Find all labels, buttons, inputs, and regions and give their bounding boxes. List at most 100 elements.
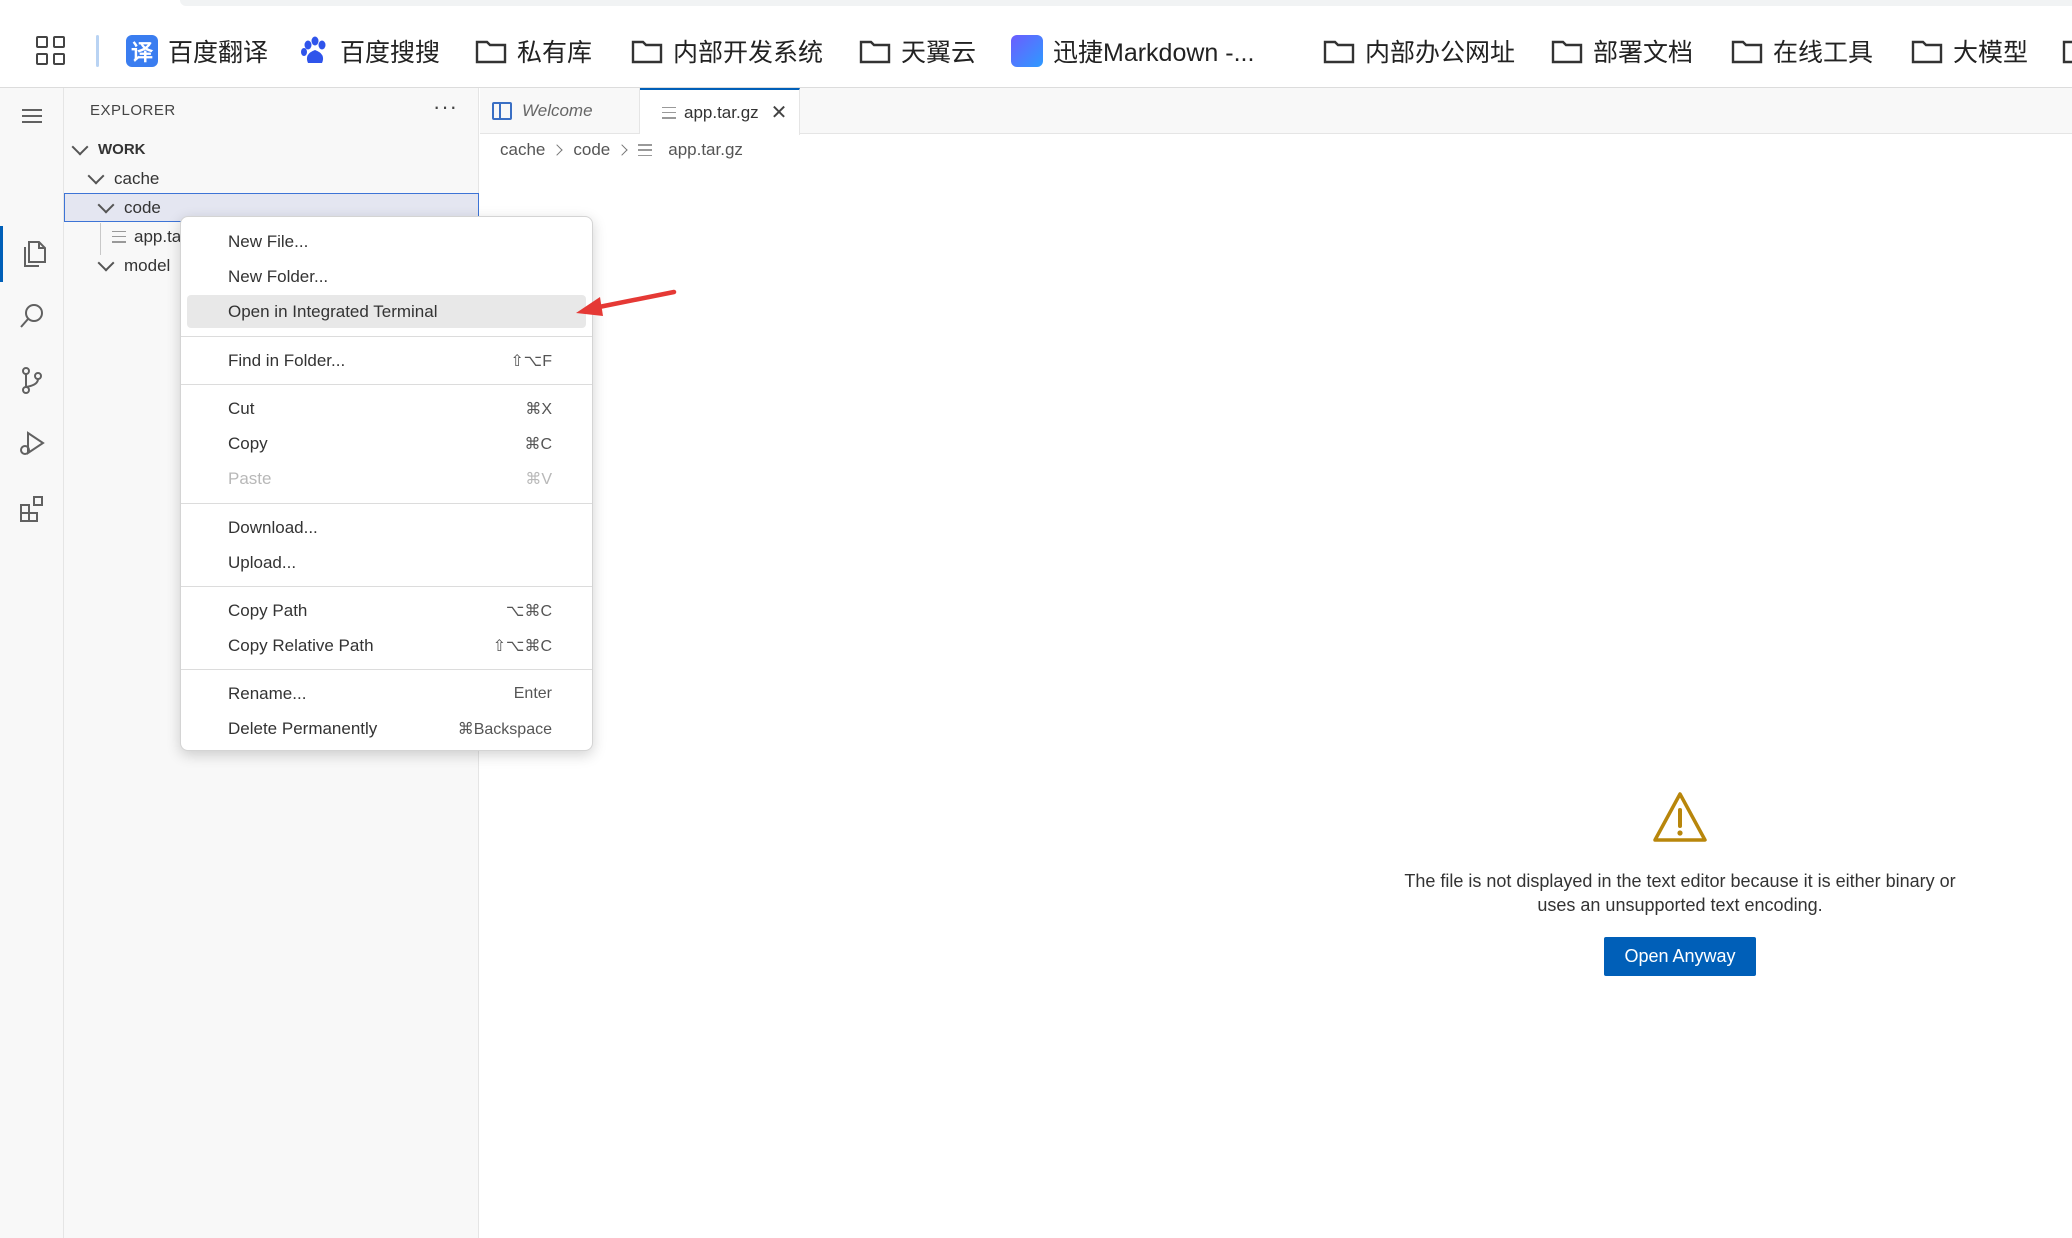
chevron-down-icon — [87, 167, 105, 184]
bookmark-folder-tianyiyun[interactable]: 天翼云 — [859, 30, 976, 72]
menu-item-new-folder[interactable]: New Folder... — [187, 260, 586, 293]
menu-item-shortcut: ⌥⌘C — [506, 602, 552, 620]
close-icon[interactable]: ✕ — [771, 100, 788, 125]
bookmark-label: 迅捷Markdown -... — [1053, 39, 1255, 67]
chevron-down-icon — [71, 138, 89, 155]
menu-item-label: Copy — [228, 433, 268, 453]
menu-item-label: Upload... — [228, 552, 297, 572]
bookmark-label: 内部办公网址 — [1365, 39, 1516, 67]
tab-app-tar-gz[interactable]: app.tar.gz ✕ — [640, 88, 800, 135]
warning-icon — [1653, 792, 1707, 842]
notice-text-line1: The file is not displayed in the text ed… — [1404, 871, 1956, 891]
bookmarks-bar: 译 百度翻译 百度搜搜 私有库 内部开发系统 天翼云 迅捷Markdown -.… — [0, 0, 2072, 88]
sidebar-title: EXPLORER — [90, 102, 176, 119]
menu-item-open-in-terminal[interactable]: Open in Integrated Terminal — [187, 295, 586, 328]
annotation-arrow-icon — [576, 289, 677, 316]
folder-icon — [2062, 40, 2072, 64]
chevron-down-icon — [97, 196, 115, 213]
tree-indent-guide — [100, 223, 101, 255]
folder-icon — [1551, 40, 1583, 64]
menu-item-delete-permanently[interactable]: Delete Permanently ⌘Backspace — [187, 712, 586, 745]
fanyi-icon: 译 — [126, 35, 158, 67]
binary-file-notice: The file is not displayed in the text ed… — [1360, 790, 2000, 976]
bookmarks-divider — [96, 35, 99, 67]
menu-item-copy[interactable]: Copy ⌘C — [187, 427, 586, 460]
notice-text-line2: uses an unsupported text encoding. — [1537, 895, 1823, 915]
menu-item-label: Find in Folder... — [228, 350, 346, 370]
menu-separator — [181, 503, 592, 504]
breadcrumb-item[interactable]: app.tar.gz — [668, 140, 743, 160]
open-anyway-button[interactable]: Open Anyway — [1604, 937, 1756, 976]
menu-item-shortcut: ⇧⌥⌘C — [492, 637, 552, 655]
bookmark-overflow[interactable] — [2062, 30, 2072, 72]
menu-separator — [181, 336, 592, 337]
menu-item-shortcut: Enter — [513, 684, 552, 702]
menu-item-label: Download... — [228, 517, 318, 537]
xunjie-icon — [1011, 35, 1043, 67]
menu-item-upload[interactable]: Upload... — [187, 546, 586, 579]
menu-item-label: Copy Path — [228, 600, 308, 620]
tree-folder-work[interactable]: WORK — [64, 135, 479, 164]
menu-item-label: Cut — [228, 398, 255, 418]
source-control-icon[interactable] — [0, 352, 64, 408]
menu-item-label: Copy Relative Path — [228, 635, 374, 655]
menu-icon[interactable] — [0, 88, 64, 144]
bookmark-label: 在线工具 — [1773, 39, 1874, 67]
menu-item-new-file[interactable]: New File... — [187, 225, 586, 258]
folder-icon — [631, 40, 663, 64]
menu-item-download[interactable]: Download... — [187, 511, 586, 544]
menu-separator — [181, 669, 592, 670]
bookmark-label: 百度搜搜 — [340, 39, 441, 67]
tree-label: WORK — [98, 141, 146, 158]
menu-item-copy-relative-path[interactable]: Copy Relative Path ⇧⌥⌘C — [187, 629, 586, 662]
breadcrumb: cache code app.tar.gz — [500, 138, 743, 162]
bookmark-baidu-fanyi[interactable]: 译 百度翻译 — [126, 30, 268, 72]
folder-icon — [1731, 40, 1763, 64]
menu-item-label: New Folder... — [228, 266, 329, 286]
folder-icon — [1323, 40, 1355, 64]
menu-item-rename[interactable]: Rename... Enter — [187, 677, 586, 710]
menu-item-shortcut: ⌘Backspace — [457, 720, 552, 738]
browser-top-strip — [180, 0, 2072, 6]
tree-folder-cache[interactable]: cache — [64, 164, 479, 193]
bookmark-xunjie-markdown[interactable]: 迅捷Markdown -... — [1011, 30, 1254, 72]
menu-separator — [181, 586, 592, 587]
bookmark-baidu-sousou[interactable]: 百度搜搜 — [300, 30, 440, 72]
menu-item-shortcut: ⇧⌥F — [510, 352, 552, 370]
menu-item-copy-path[interactable]: Copy Path ⌥⌘C — [187, 594, 586, 627]
bookmark-folder-bushu[interactable]: 部署文档 — [1551, 30, 1693, 72]
extensions-icon[interactable] — [0, 480, 64, 536]
breadcrumb-item[interactable]: code — [573, 140, 610, 160]
chevron-down-icon — [97, 254, 115, 271]
bookmark-label: 天翼云 — [901, 39, 977, 67]
menu-item-label: Paste — [228, 468, 272, 488]
tab-welcome[interactable]: Welcome — [480, 88, 640, 134]
tab-label: Welcome — [522, 101, 593, 120]
bookmark-folder-bangong[interactable]: 内部办公网址 — [1323, 30, 1515, 72]
bookmark-label: 私有库 — [517, 39, 593, 67]
chevron-right-icon — [551, 144, 564, 156]
tab-label: app.tar.gz — [684, 102, 759, 122]
menu-item-find-in-folder[interactable]: Find in Folder... ⇧⌥F — [187, 344, 586, 377]
folder-icon — [1911, 40, 1943, 64]
menu-item-cut[interactable]: Cut ⌘X — [187, 392, 586, 425]
more-actions-icon[interactable]: ··· — [433, 94, 458, 120]
folder-icon — [475, 40, 507, 64]
bookmark-folder-zaixian[interactable]: 在线工具 — [1731, 30, 1873, 72]
menu-item-paste: Paste ⌘V — [187, 462, 586, 495]
bookmark-folder-neibu-kaifa[interactable]: 内部开发系统 — [631, 30, 823, 72]
bookmark-label: 内部开发系统 — [673, 39, 824, 67]
file-icon — [638, 143, 653, 157]
menu-separator — [181, 384, 592, 385]
search-icon[interactable] — [0, 288, 64, 344]
welcome-icon — [492, 102, 512, 120]
bookmark-folder-siyouku[interactable]: 私有库 — [475, 30, 592, 72]
menu-item-label: Rename... — [228, 683, 307, 703]
tree-label: model — [124, 255, 171, 275]
explorer-icon[interactable] — [0, 226, 64, 282]
bookmark-folder-damoxing[interactable]: 大模型 — [1911, 30, 2028, 72]
breadcrumb-item[interactable]: cache — [500, 140, 545, 160]
run-debug-icon[interactable] — [0, 416, 64, 472]
file-icon — [662, 106, 676, 120]
apps-grid-icon[interactable] — [36, 36, 66, 66]
